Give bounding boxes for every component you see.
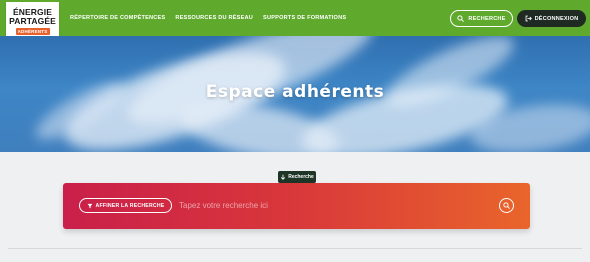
page-title: Espace adhérents	[205, 82, 385, 102]
members-badge: ADHÉRENTS	[15, 28, 50, 35]
logout-icon	[525, 15, 532, 22]
site-logo[interactable]: ÉNERGIE PARTAGÉE ADHÉRENTS	[6, 2, 59, 40]
search-button[interactable]: RECHERCHE	[450, 10, 513, 27]
logout-button[interactable]: DÉCONNEXION	[517, 10, 586, 27]
top-navbar: ÉNERGIE PARTAGÉE ADHÉRENTS RÉPERTOIRE DE…	[0, 0, 590, 40]
funnel-icon	[87, 203, 93, 209]
logo-line2: PARTAGÉE	[9, 16, 56, 26]
search-submit-button[interactable]	[499, 198, 514, 213]
refine-search-button[interactable]: AFFINER LA RECHERCHE	[79, 198, 172, 213]
hero-banner: Espace adhérents	[0, 36, 590, 152]
search-section-tag-label: Recherche	[288, 174, 314, 180]
logout-button-label: DÉCONNEXION	[534, 15, 579, 22]
search-icon	[503, 202, 510, 209]
nav-item-formations[interactable]: SUPPORTS DE FORMATIONS	[263, 15, 346, 21]
nav-item-ressources[interactable]: RESSOURCES DU RÉSEAU	[175, 15, 253, 21]
main-nav: RÉPERTOIRE DE COMPÉTENCES RESSOURCES DU …	[70, 0, 346, 36]
search-panel: AFFINER LA RECHERCHE	[63, 183, 530, 229]
search-section-tag: Recherche	[278, 171, 316, 183]
refine-search-label: AFFINER LA RECHERCHE	[95, 202, 165, 209]
divider	[8, 248, 582, 249]
search-button-label: RECHERCHE	[468, 15, 506, 22]
arrow-down-icon	[280, 174, 286, 180]
search-icon	[457, 15, 465, 22]
page: ÉNERGIE PARTAGÉE ADHÉRENTS RÉPERTOIRE DE…	[0, 0, 590, 262]
nav-item-competences[interactable]: RÉPERTOIRE DE COMPÉTENCES	[70, 15, 165, 21]
search-input[interactable]	[179, 198, 479, 213]
